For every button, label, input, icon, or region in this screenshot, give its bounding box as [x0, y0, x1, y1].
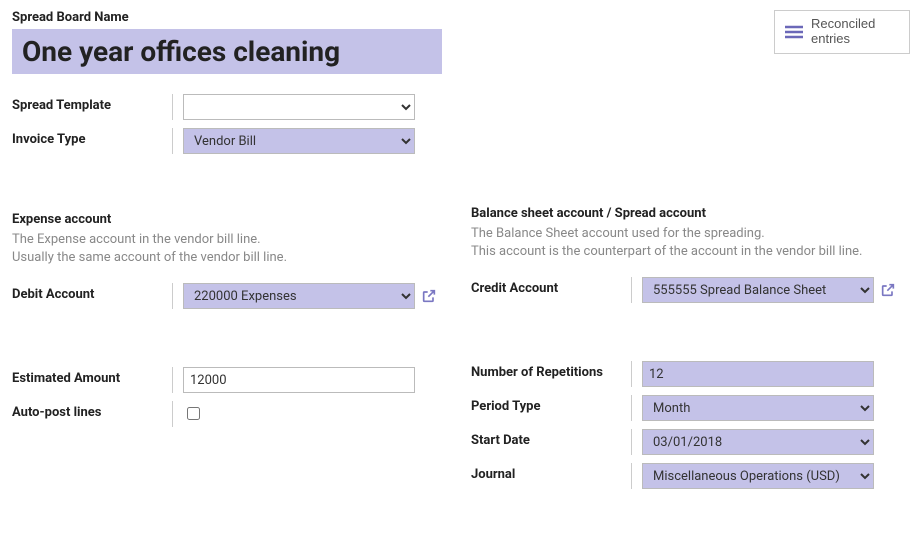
auto-post-lines-checkbox[interactable] — [187, 407, 200, 420]
balance-sheet-heading: Balance sheet account / Spread account — [471, 206, 910, 221]
spread-template-select[interactable] — [183, 94, 415, 120]
period-type-label: Period Type — [471, 395, 631, 414]
expense-account-heading: Expense account — [12, 212, 451, 227]
credit-account-label: Credit Account — [471, 277, 631, 296]
reconciled-entries-label: Reconciled entries — [811, 17, 899, 47]
credit-account-external-link-icon[interactable] — [880, 282, 896, 298]
estimated-amount-label: Estimated Amount — [12, 367, 172, 386]
debit-account-external-link-icon[interactable] — [421, 288, 437, 304]
start-date-label: Start Date — [471, 429, 631, 448]
spread-board-name-label: Spread Board Name — [12, 10, 774, 25]
list-icon — [785, 25, 803, 39]
start-date-select[interactable]: 03/01/2018 — [642, 429, 874, 455]
invoice-type-label: Invoice Type — [12, 128, 172, 147]
credit-account-select[interactable]: 555555 Spread Balance Sheet — [642, 277, 874, 303]
estimated-amount-input[interactable] — [183, 367, 415, 393]
spread-board-name-input[interactable] — [12, 29, 442, 74]
invoice-type-select[interactable]: Vendor Bill — [183, 128, 415, 154]
spread-template-label: Spread Template — [12, 94, 172, 113]
expense-account-desc: The Expense account in the vendor bill l… — [12, 231, 451, 267]
journal-label: Journal — [471, 463, 631, 482]
debit-account-label: Debit Account — [12, 283, 172, 302]
number-repetitions-input[interactable] — [642, 361, 874, 387]
auto-post-lines-label: Auto-post lines — [12, 401, 172, 420]
number-repetitions-label: Number of Repetitions — [471, 361, 631, 380]
debit-account-select[interactable]: 220000 Expenses — [183, 283, 415, 309]
journal-select[interactable]: Miscellaneous Operations (USD) — [642, 463, 874, 489]
period-type-select[interactable]: Month — [642, 395, 874, 421]
balance-sheet-desc: The Balance Sheet account used for the s… — [471, 225, 910, 261]
reconciled-entries-button[interactable]: Reconciled entries — [774, 10, 910, 54]
